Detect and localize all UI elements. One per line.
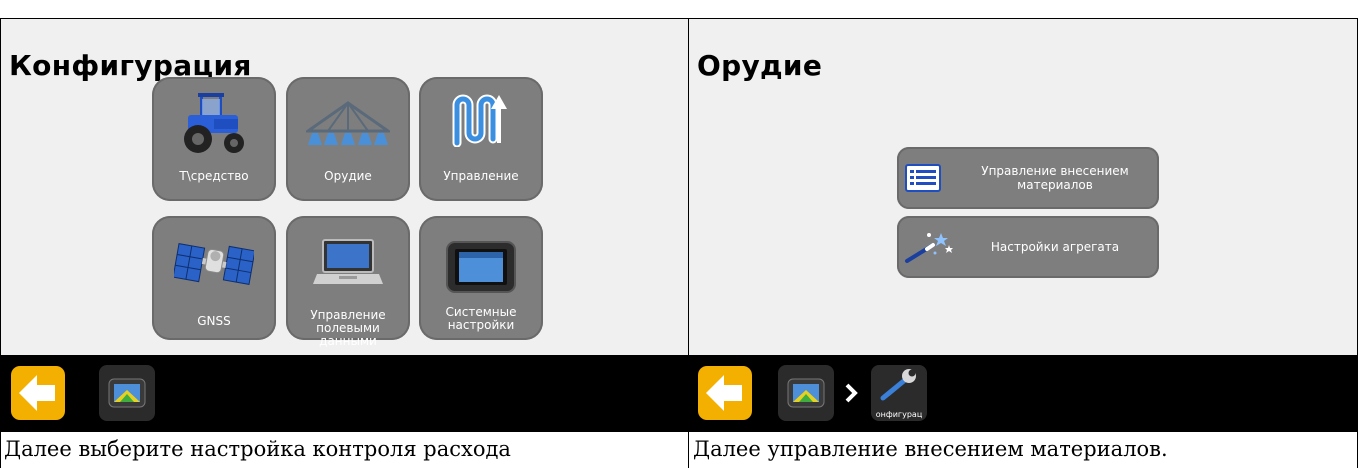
tile-data-management-label: Управление полевыми данными xyxy=(310,308,386,348)
breadcrumb-configuration-label: онфигурац xyxy=(875,410,923,419)
material-management-label: Управление внесением материалов xyxy=(981,164,1129,192)
table-border-row xyxy=(0,431,1358,432)
breadcrumb-home[interactable] xyxy=(99,365,155,421)
left-caption: Далее выберите настройка контроля расход… xyxy=(4,437,511,461)
display-icon xyxy=(108,378,146,408)
back-arrow-icon xyxy=(19,375,55,411)
tile-gnss[interactable]: GNSS xyxy=(152,216,276,340)
breadcrumb-configuration[interactable]: онфигурац xyxy=(871,365,927,421)
material-management-button[interactable]: Управление внесением материалов xyxy=(897,147,1159,209)
tile-guidance-label: Управление xyxy=(443,169,519,183)
tile-implement[interactable]: Орудие xyxy=(286,77,410,201)
sprayer-boom-icon xyxy=(306,101,390,145)
display-icon xyxy=(787,378,825,408)
left-screenshot-panel: Конфигурация Т\средство Орудие Управлени… xyxy=(1,19,688,431)
taskbar xyxy=(1,355,688,431)
implement-settings-button[interactable]: Настройки агрегата xyxy=(897,216,1159,278)
back-button[interactable] xyxy=(698,366,752,420)
implement-screen: Орудие Управление внесением материалов Н… xyxy=(689,19,1357,355)
tile-gnss-label: GNSS xyxy=(197,314,231,328)
configuration-screen: Конфигурация Т\средство Орудие Управлени… xyxy=(1,19,688,355)
wrench-icon xyxy=(880,369,916,401)
right-caption: Далее управление внесением материалов. xyxy=(693,437,1168,461)
magic-wand-icon xyxy=(905,233,953,263)
implement-settings-label: Настройки агрегата xyxy=(990,240,1120,254)
satellite-icon xyxy=(174,243,254,285)
tile-vehicle-label: Т\средство xyxy=(179,169,249,183)
breadcrumb-home[interactable] xyxy=(778,365,834,421)
display-icon xyxy=(446,241,516,293)
tile-implement-label: Орудие xyxy=(324,169,372,183)
list-icon xyxy=(905,164,941,192)
taskbar: онфигурац xyxy=(689,355,1357,431)
right-screenshot-panel: Орудие Управление внесением материалов Н… xyxy=(689,19,1357,431)
steering-path-icon xyxy=(452,94,507,147)
tile-system-settings-label: Системные настройки xyxy=(445,305,517,332)
back-button[interactable] xyxy=(11,366,65,420)
tractor-icon xyxy=(184,93,244,153)
tile-data-management[interactable]: Управление полевыми данными xyxy=(286,216,410,348)
tile-system-settings[interactable]: Системные настройки xyxy=(419,216,543,340)
chevron-right-icon xyxy=(845,383,858,403)
tile-guidance[interactable]: Управление xyxy=(419,77,543,201)
tile-vehicle[interactable]: Т\средство xyxy=(152,77,276,201)
page-title: Орудие xyxy=(697,49,823,82)
laptop-icon xyxy=(313,239,383,284)
back-arrow-icon xyxy=(706,375,742,411)
